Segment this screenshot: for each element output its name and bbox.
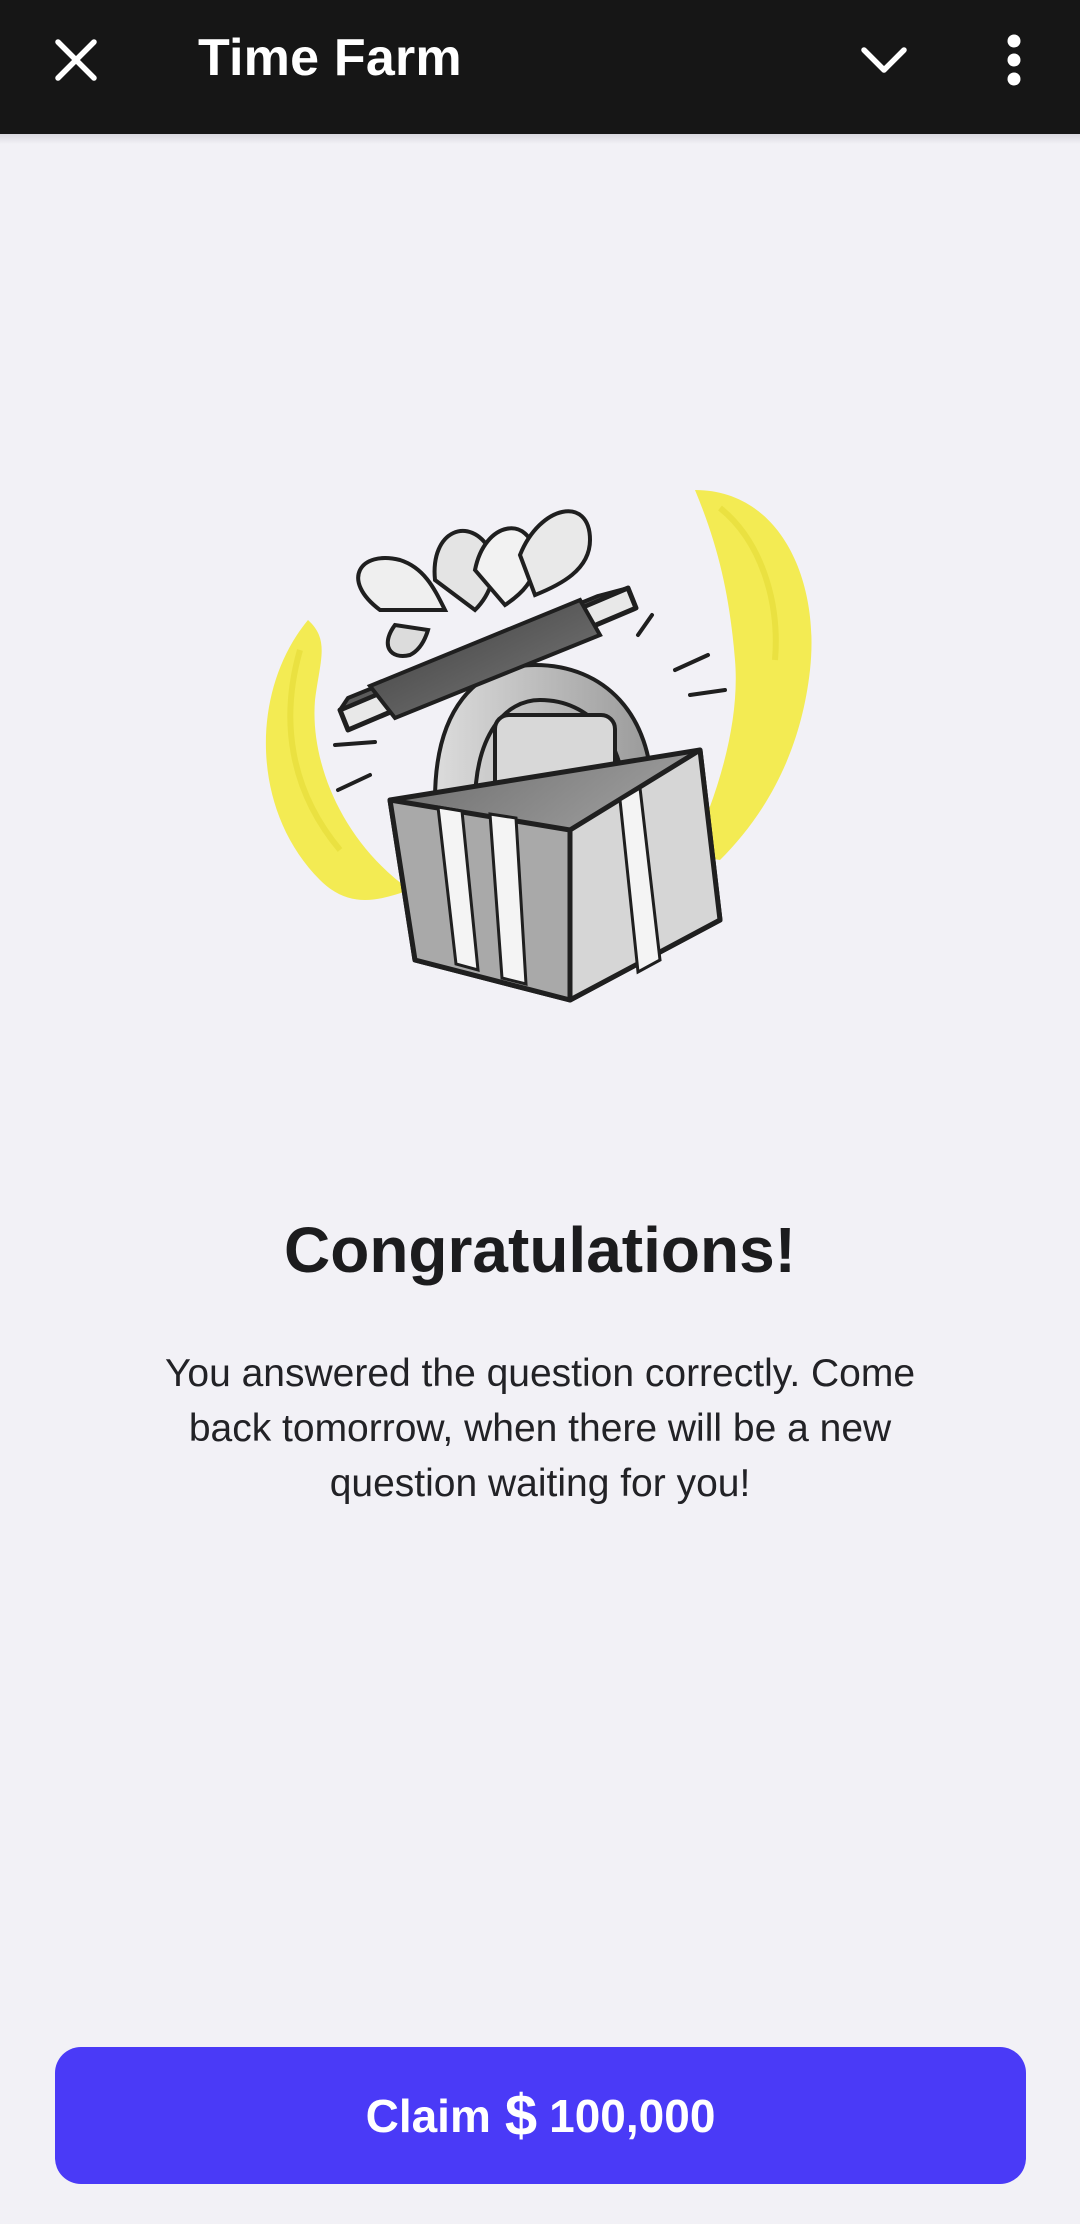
claim-reward-button[interactable]: Claim $ 100,000 xyxy=(55,2047,1026,2184)
result-message: You answered the question correctly. Com… xyxy=(164,1352,916,1505)
more-vertical-icon xyxy=(1007,34,1021,86)
app-title: Time Farm xyxy=(198,29,462,87)
more-options-button[interactable] xyxy=(982,24,1046,96)
header-shadow xyxy=(0,134,1080,144)
top-bar: Time Farm xyxy=(0,0,1080,134)
close-icon xyxy=(55,39,97,81)
claim-amount: 100,000 xyxy=(549,2089,716,2142)
chevron-down-icon xyxy=(861,47,907,73)
gift-box-illustration xyxy=(265,490,812,1003)
dollar-coin-icon: $ xyxy=(504,2082,538,2148)
collapse-button[interactable] xyxy=(852,28,916,92)
congratulations-heading: Congratulations! xyxy=(284,1214,796,1286)
close-button[interactable] xyxy=(44,28,108,92)
claim-label: Claim xyxy=(365,2089,491,2142)
